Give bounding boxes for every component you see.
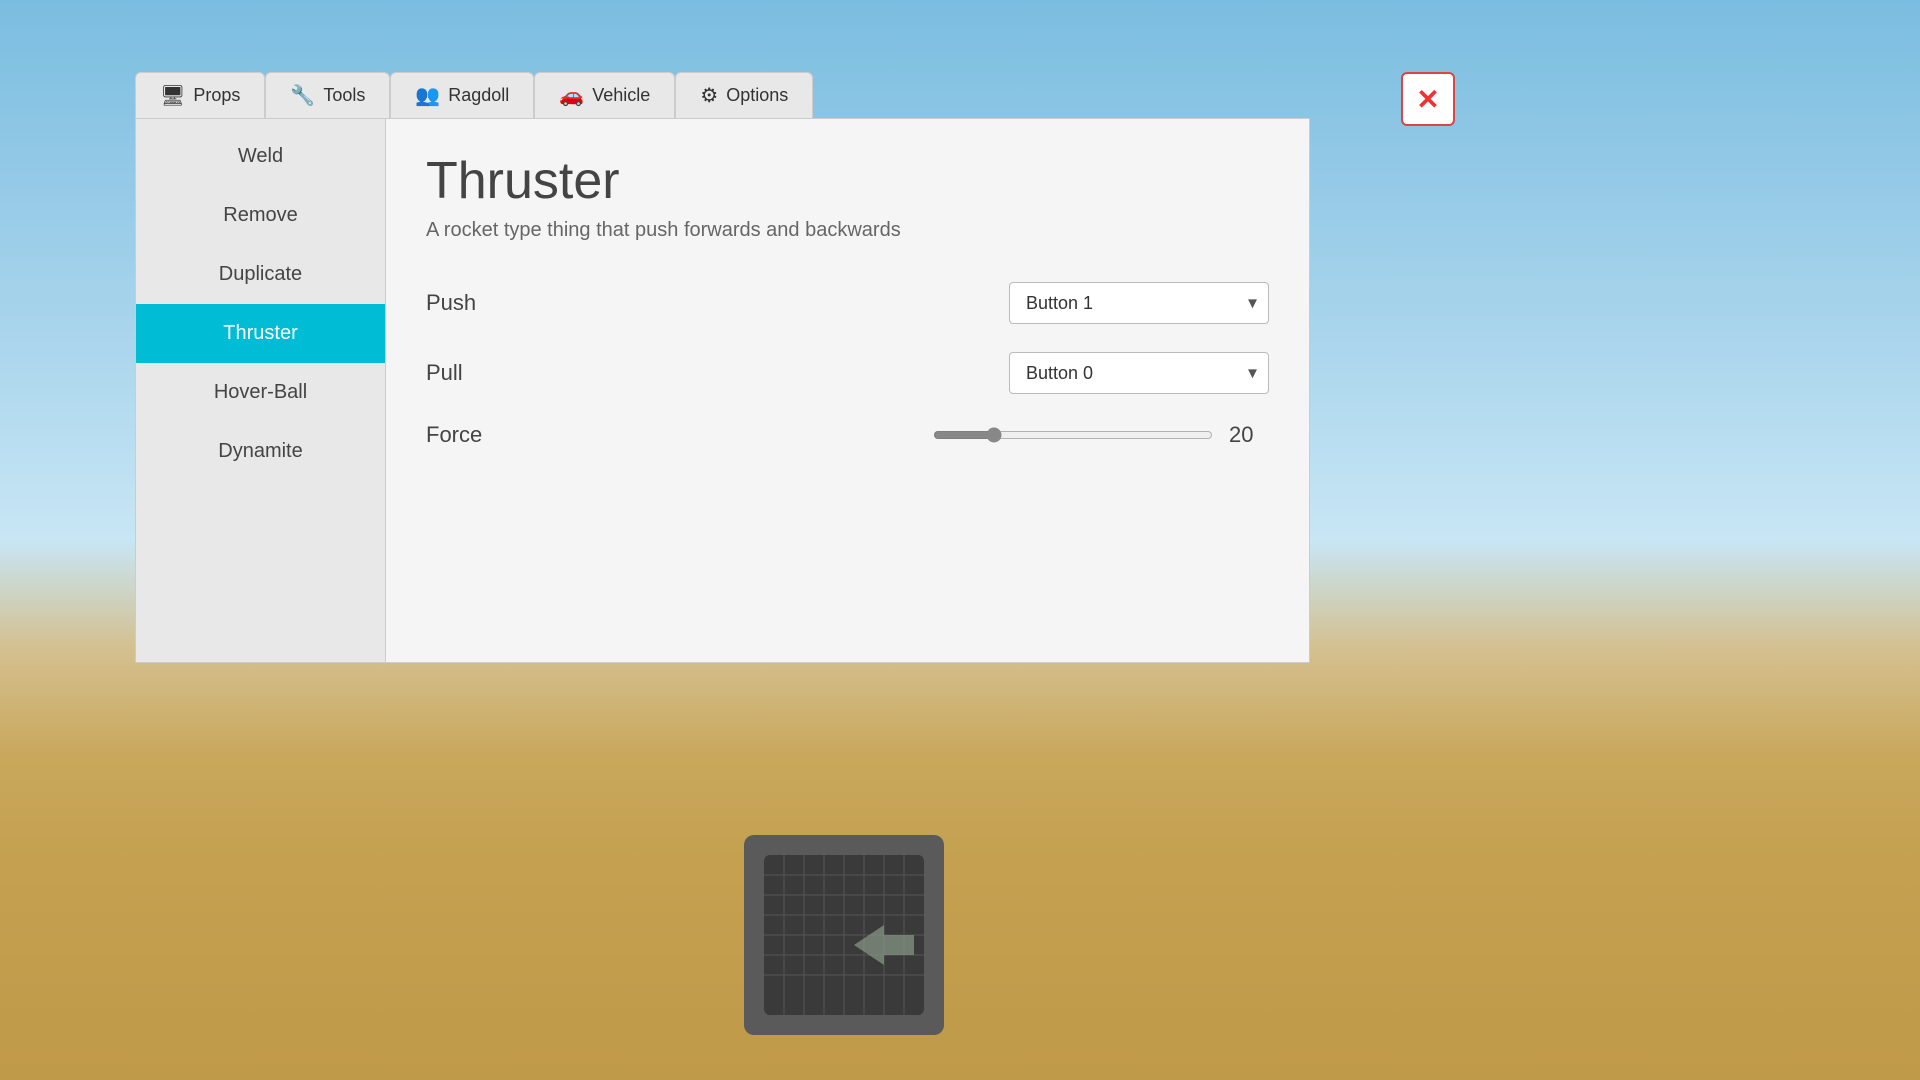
content-area: Weld Remove Duplicate Thruster Hover-Bal… bbox=[135, 118, 1310, 663]
pull-setting-row: Pull Button 0 Button 1 Button 2 Button 3… bbox=[426, 352, 1269, 394]
push-setting-row: Push Button 0 Button 1 Button 2 Button 3… bbox=[426, 282, 1269, 324]
tab-props[interactable]: 🖥 Props bbox=[135, 72, 265, 118]
bottom-prop bbox=[684, 795, 1004, 1080]
props-icon: 🖥 bbox=[160, 83, 185, 108]
sidebar-item-thruster[interactable]: Thruster bbox=[136, 304, 385, 363]
tab-ragdoll-label: Ragdoll bbox=[448, 85, 509, 106]
force-setting-row: Force 20 bbox=[426, 422, 1269, 448]
main-panel: Thruster A rocket type thing that push f… bbox=[386, 119, 1309, 662]
force-label: Force bbox=[426, 422, 646, 448]
panel-title: Thruster bbox=[426, 151, 1269, 211]
force-value: 20 bbox=[1229, 422, 1269, 448]
tab-tools-label: Tools bbox=[323, 85, 365, 106]
ragdoll-icon: 👥 bbox=[415, 83, 440, 108]
tab-vehicle-label: Vehicle bbox=[592, 85, 650, 106]
tab-tools[interactable]: 🔧 Tools bbox=[265, 72, 390, 118]
sidebar: Weld Remove Duplicate Thruster Hover-Bal… bbox=[136, 119, 386, 662]
sidebar-item-weld[interactable]: Weld bbox=[136, 127, 385, 186]
panel-description: A rocket type thing that push forwards a… bbox=[426, 219, 1269, 242]
force-slider[interactable] bbox=[933, 427, 1213, 443]
push-label: Push bbox=[426, 290, 646, 316]
prop-svg bbox=[684, 795, 1004, 1075]
options-icon: ⚙ bbox=[700, 83, 718, 108]
sidebar-item-hoverball[interactable]: Hover-Ball bbox=[136, 363, 385, 422]
tab-vehicle[interactable]: 🚗 Vehicle bbox=[534, 72, 675, 118]
tab-bar: 🖥 Props 🔧 Tools 👥 Ragdoll 🚗 Vehicle ⚙ Op… bbox=[135, 72, 1310, 118]
tab-options[interactable]: ⚙ Options bbox=[675, 72, 813, 118]
sidebar-item-dynamite[interactable]: Dynamite bbox=[136, 422, 385, 481]
close-button[interactable]: ✕ bbox=[1401, 72, 1455, 126]
push-dropdown-wrapper: Button 0 Button 1 Button 2 Button 3 ▾ bbox=[1009, 282, 1269, 324]
sidebar-item-duplicate[interactable]: Duplicate bbox=[136, 245, 385, 304]
close-icon: ✕ bbox=[1416, 83, 1439, 116]
pull-dropdown[interactable]: Button 0 Button 1 Button 2 Button 3 bbox=[1009, 352, 1269, 394]
sidebar-item-remove[interactable]: Remove bbox=[136, 186, 385, 245]
tab-options-label: Options bbox=[726, 85, 788, 106]
ui-panel: 🖥 Props 🔧 Tools 👥 Ragdoll 🚗 Vehicle ⚙ Op… bbox=[135, 72, 1310, 663]
push-control: Button 0 Button 1 Button 2 Button 3 ▾ bbox=[1009, 282, 1269, 324]
pull-dropdown-wrapper: Button 0 Button 1 Button 2 Button 3 ▾ bbox=[1009, 352, 1269, 394]
tab-ragdoll[interactable]: 👥 Ragdoll bbox=[390, 72, 534, 118]
force-control: 20 bbox=[933, 422, 1269, 448]
pull-control: Button 0 Button 1 Button 2 Button 3 ▾ bbox=[1009, 352, 1269, 394]
tab-props-label: Props bbox=[193, 85, 240, 106]
tools-icon: 🔧 bbox=[290, 83, 315, 108]
vehicle-icon: 🚗 bbox=[559, 83, 584, 108]
pull-label: Pull bbox=[426, 360, 646, 386]
push-dropdown[interactable]: Button 0 Button 1 Button 2 Button 3 bbox=[1009, 282, 1269, 324]
